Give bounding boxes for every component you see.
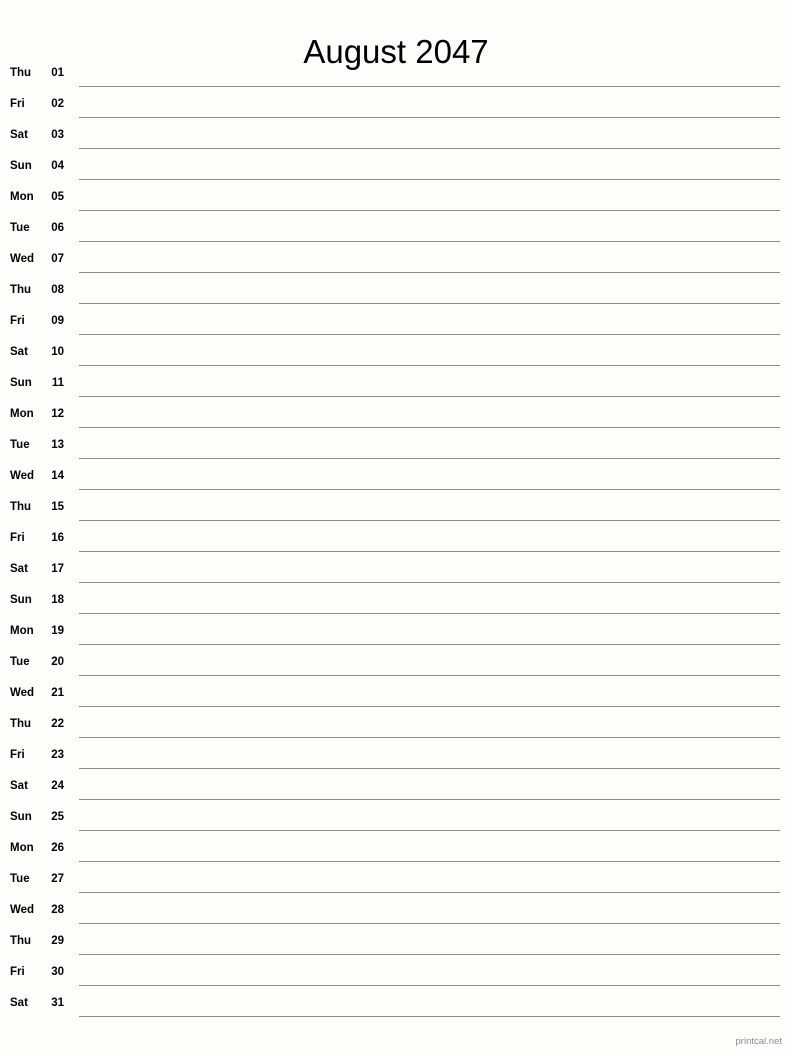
day-writing-line[interactable] [79,365,780,366]
day-writing-line[interactable] [79,489,780,490]
day-row: Fri 16 [0,527,792,558]
day-row: Thu 08 [0,279,792,310]
day-row: Tue 13 [0,434,792,465]
day-row: Sat 10 [0,341,792,372]
day-date-number: 15 [51,501,64,513]
day-writing-line[interactable] [79,241,780,242]
day-date-number: 25 [51,811,64,823]
day-writing-line[interactable] [79,148,780,149]
day-date-number: 10 [51,346,64,358]
day-writing-line[interactable] [79,675,780,676]
day-writing-line[interactable] [79,706,780,707]
day-date-number: 26 [51,842,64,854]
day-writing-line[interactable] [79,272,780,273]
day-row: Sat 24 [0,775,792,806]
day-date-number: 07 [51,253,64,265]
day-writing-line[interactable] [79,303,780,304]
day-row: Sat 17 [0,558,792,589]
day-date-number: 02 [51,98,64,110]
day-date-number: 01 [51,67,64,79]
day-row: Wed 21 [0,682,792,713]
day-date-number: 04 [51,160,64,172]
day-writing-line[interactable] [79,613,780,614]
day-row: Wed 07 [0,248,792,279]
day-writing-line[interactable] [79,644,780,645]
day-date-number: 08 [51,284,64,296]
day-date-number: 23 [51,749,64,761]
day-writing-line[interactable] [79,861,780,862]
day-row: Fri 30 [0,961,792,992]
day-row: Mon 26 [0,837,792,868]
day-row: Fri 02 [0,93,792,124]
day-date-number: 03 [51,129,64,141]
day-writing-line[interactable] [79,737,780,738]
day-writing-line[interactable] [79,799,780,800]
day-row: Tue 06 [0,217,792,248]
day-row: Fri 23 [0,744,792,775]
day-row: Wed 14 [0,465,792,496]
day-row: Mon 19 [0,620,792,651]
day-row: Wed 28 [0,899,792,930]
day-row: Sat 31 [0,992,792,1023]
day-date-number: 14 [51,470,64,482]
day-date-number: 30 [51,966,64,978]
calendar-page: August 2047 Thu 01 Fri 02 Sat 03 Sun 04 Mon 05 Tue… [0,0,792,1056]
day-date-number: 20 [51,656,64,668]
day-writing-line[interactable] [79,458,780,459]
day-date-number: 18 [51,594,64,606]
day-writing-line[interactable] [79,985,780,986]
day-writing-line[interactable] [79,396,780,397]
day-date-number: 21 [51,687,64,699]
day-writing-line[interactable] [79,551,780,552]
day-date-number: 11 [51,377,64,389]
day-date-number: 16 [51,532,64,544]
day-row: Mon 12 [0,403,792,434]
day-date-number: 17 [51,563,64,575]
day-writing-line[interactable] [79,582,780,583]
day-writing-line[interactable] [79,520,780,521]
day-date-number: 24 [51,780,64,792]
day-writing-line[interactable] [79,86,780,87]
day-date-number: 13 [51,439,64,451]
day-row: Tue 20 [0,651,792,682]
day-writing-line[interactable] [79,117,780,118]
day-row: Tue 27 [0,868,792,899]
day-date-number: 05 [51,191,64,203]
day-row: Mon 05 [0,186,792,217]
day-writing-line[interactable] [79,427,780,428]
day-writing-line[interactable] [79,179,780,180]
day-date-number: 22 [51,718,64,730]
day-writing-line[interactable] [79,210,780,211]
day-date-number: 19 [51,625,64,637]
day-writing-line[interactable] [79,923,780,924]
day-row: Thu 22 [0,713,792,744]
day-row: Fri 09 [0,310,792,341]
day-writing-line[interactable] [79,1016,780,1017]
day-row: Sat 03 [0,124,792,155]
day-row: Thu 29 [0,930,792,961]
day-date-number: 06 [51,222,64,234]
day-date-number: 31 [51,997,64,1009]
day-date-number: 28 [51,904,64,916]
day-date-number: 27 [51,873,64,885]
day-writing-line[interactable] [79,830,780,831]
day-row: Sun 11 [0,372,792,403]
day-date-number: 29 [51,935,64,947]
footer-credit: printcal.net [735,1036,782,1047]
day-writing-line[interactable] [79,334,780,335]
day-row: Sun 18 [0,589,792,620]
day-row: Thu 15 [0,496,792,527]
day-row: Sun 04 [0,155,792,186]
day-date-number: 09 [51,315,64,327]
day-row: Sun 25 [0,806,792,837]
day-writing-line[interactable] [79,768,780,769]
day-writing-line[interactable] [79,892,780,893]
day-row: Thu 01 [0,62,792,93]
day-row-list: Thu 01 Fri 02 Sat 03 Sun 04 Mon 05 Tue 06 Wed 07 Thu 08… [0,62,792,1023]
day-date-number: 12 [51,408,64,420]
day-writing-line[interactable] [79,954,780,955]
